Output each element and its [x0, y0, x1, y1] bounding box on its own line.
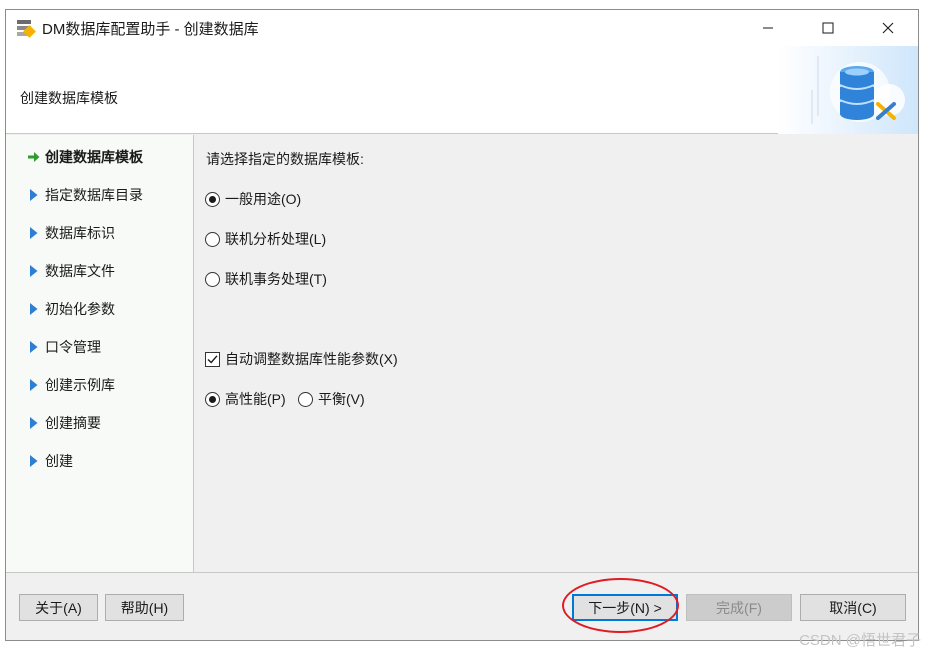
- radio-label: 联机事务处理(T): [225, 271, 327, 287]
- sidebar-item-create-template: 创建数据库模板: [6, 145, 192, 169]
- next-button[interactable]: 下一步(N) >: [572, 594, 678, 621]
- sidebar-item-label: 口令管理: [45, 339, 101, 355]
- maximize-button[interactable]: [798, 10, 858, 46]
- window-title: DM数据库配置助手 - 创建数据库: [42, 20, 259, 38]
- template-oltp-radio[interactable]: 联机事务处理(T): [205, 269, 327, 289]
- close-button[interactable]: [858, 10, 918, 46]
- sidebar-item-create: 创建: [6, 449, 192, 473]
- radio-button[interactable]: [205, 231, 220, 247]
- watermark: CSDN @悟世君子: [799, 632, 921, 649]
- radio-button[interactable]: [205, 271, 220, 287]
- template-general-radio[interactable]: 一般用途(O): [205, 189, 301, 209]
- sidebar-item-database-directory: 指定数据库目录: [6, 183, 192, 207]
- maximize-icon: [822, 22, 834, 34]
- template-panel: 请选择指定的数据库模板: 一般用途(O) 联机分析处理(L) 联机事务处理(T)…: [195, 135, 918, 572]
- performance-balanced-radio[interactable]: 平衡(V): [298, 389, 365, 409]
- steps-sidebar: 创建数据库模板 指定数据库目录 数据库标识 数据库文件 初始化参数 口令管理 创…: [6, 135, 194, 572]
- sidebar-item-database-files: 数据库文件: [6, 259, 192, 283]
- checkbox[interactable]: [205, 351, 220, 367]
- minimize-icon: [763, 27, 773, 29]
- title-bar: DM数据库配置助手 - 创建数据库: [6, 10, 918, 46]
- performance-high-radio[interactable]: 高性能(P): [205, 389, 286, 409]
- blue-triangle-icon: [28, 416, 40, 430]
- blue-triangle-icon: [28, 226, 40, 240]
- database-config-icon: [778, 46, 918, 134]
- wizard-footer: 关于(A) 帮助(H) 下一步(N) > 完成(F) 取消(C): [6, 572, 918, 640]
- radio-button[interactable]: [205, 191, 220, 207]
- blue-triangle-icon: [28, 302, 40, 316]
- sidebar-item-label: 指定数据库目录: [45, 187, 143, 203]
- minimize-button[interactable]: [738, 10, 798, 46]
- sidebar-item-label: 创建: [45, 453, 73, 469]
- sidebar-item-sample-database: 创建示例库: [6, 373, 192, 397]
- auto-tune-checkbox[interactable]: 自动调整数据库性能参数(X): [205, 349, 398, 369]
- radio-label: 平衡(V): [318, 391, 365, 407]
- radio-button[interactable]: [205, 391, 220, 407]
- help-button[interactable]: 帮助(H): [105, 594, 184, 621]
- radio-button[interactable]: [298, 391, 313, 407]
- about-button[interactable]: 关于(A): [19, 594, 98, 621]
- sidebar-item-label: 创建示例库: [45, 377, 115, 393]
- radio-label: 一般用途(O): [225, 191, 302, 207]
- dm-app-icon: [16, 18, 36, 38]
- green-arrow-icon: [28, 150, 40, 164]
- finish-button[interactable]: 完成(F): [686, 594, 792, 621]
- sidebar-item-password-management: 口令管理: [6, 335, 192, 359]
- close-icon: [882, 22, 894, 34]
- wizard-header: 创建数据库模板: [6, 46, 918, 134]
- template-prompt: 请选择指定的数据库模板:: [206, 151, 364, 167]
- sidebar-item-label: 初始化参数: [45, 301, 115, 317]
- blue-triangle-icon: [28, 454, 40, 468]
- sidebar-item-label: 创建数据库模板: [45, 149, 143, 165]
- sidebar-item-label: 创建摘要: [45, 415, 101, 431]
- sidebar-item-summary: 创建摘要: [6, 411, 192, 435]
- cancel-button[interactable]: 取消(C): [800, 594, 906, 621]
- step-title: 创建数据库模板: [20, 90, 118, 106]
- app-window: DM数据库配置助手 - 创建数据库 创建数据库模板 创建数据库模板 指定数据库目…: [5, 9, 919, 641]
- sidebar-item-label: 数据库文件: [45, 263, 115, 279]
- sidebar-item-init-parameters: 初始化参数: [6, 297, 192, 321]
- radio-label: 高性能(P): [225, 391, 286, 407]
- template-olap-radio[interactable]: 联机分析处理(L): [205, 229, 326, 249]
- checkmark-icon: [207, 354, 218, 364]
- blue-triangle-icon: [28, 264, 40, 278]
- checkbox-label: 自动调整数据库性能参数(X): [225, 351, 398, 367]
- blue-triangle-icon: [28, 188, 40, 202]
- blue-triangle-icon: [28, 378, 40, 392]
- radio-label: 联机分析处理(L): [225, 231, 327, 247]
- sidebar-item-database-identity: 数据库标识: [6, 221, 192, 245]
- sidebar-item-label: 数据库标识: [45, 225, 115, 241]
- blue-triangle-icon: [28, 340, 40, 354]
